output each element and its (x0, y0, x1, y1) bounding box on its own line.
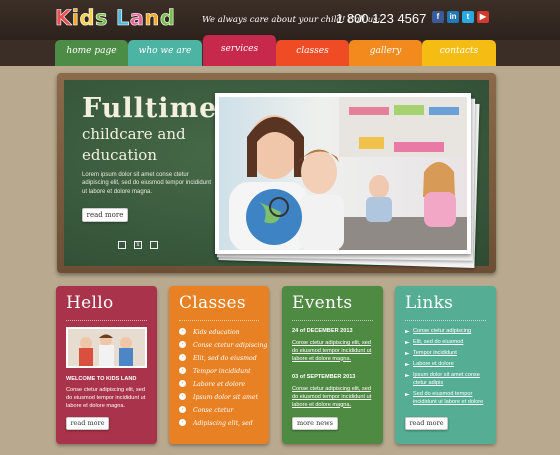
logo-letter (108, 6, 116, 30)
divider (179, 320, 259, 321)
events-title: Events (292, 293, 353, 313)
tab-who-we-are[interactable]: who we are (128, 40, 202, 66)
tab-services[interactable]: services (203, 35, 276, 66)
phone-number: 1 800 123 4567 (336, 11, 427, 26)
slider-dot-3[interactable] (150, 241, 158, 249)
links-title: Links (405, 293, 454, 313)
logo-letter: d (79, 6, 96, 31)
link-item[interactable]: Labore et dolore (413, 361, 491, 369)
chevron-right-icon: › (179, 380, 186, 387)
chevron-right-icon: › (179, 328, 186, 335)
event-text[interactable]: Conse ctetur adipiscing elit, sed do eiu… (292, 340, 377, 363)
class-item[interactable]: Kids education (193, 329, 240, 336)
hello-heading: WELCOME TO KIDS LAND (66, 376, 137, 382)
links-box: Links ► Conse ctetur adipiscing ► Elit, … (395, 286, 496, 444)
hello-title: Hello (66, 293, 114, 313)
class-item[interactable]: Conse ctetur adipiscing (193, 342, 267, 349)
classes-box: Classes › Kids education › Conse ctetur … (169, 286, 269, 444)
events-box: Events 24 of DECEMBER 2013 Conse ctetur … (282, 286, 383, 444)
event-date: 24 of DECEMBER 2013 (292, 328, 353, 334)
class-item[interactable]: Labore et dolore (193, 381, 245, 388)
arrow-right-icon: ► (405, 372, 410, 379)
more-news-button[interactable]: more news (292, 417, 338, 430)
slider-dot-1[interactable] (118, 241, 126, 249)
arrow-right-icon: ► (405, 391, 410, 398)
arrow-right-icon: ► (405, 361, 410, 368)
logo-letter: d (159, 6, 176, 31)
classes-title: Classes (179, 293, 246, 313)
chevron-right-icon: › (179, 341, 186, 348)
hero-text: Lorem ipsum dolor sit amet conse ctetur … (82, 172, 212, 195)
logo-letter: n (144, 6, 160, 31)
class-item[interactable]: Adipiscing elit, sed (193, 420, 253, 427)
chevron-right-icon: › (179, 354, 186, 361)
link-item[interactable]: Sed do eiusmod tempor incididunt ut labo… (413, 391, 491, 407)
logo-letter: K (55, 6, 72, 31)
facebook-icon[interactable]: f (432, 11, 444, 23)
hero-title: Fulltime (82, 93, 218, 124)
tab-gallery[interactable]: gallery (349, 40, 422, 66)
class-item[interactable]: Ipsum dolor sit amet (193, 394, 258, 401)
hello-read-more-button[interactable]: read more (66, 417, 109, 430)
class-item[interactable]: Conse ctetur (193, 407, 233, 414)
arrow-right-icon: ► (405, 339, 410, 346)
link-item[interactable]: Ipsum dolor sit amet conse ctetur adipis (413, 372, 491, 388)
hero-subtitle: childcare and education (82, 125, 186, 164)
logo[interactable]: Kids Land (55, 6, 176, 31)
hello-photo (66, 327, 147, 368)
hero-photo (215, 93, 471, 254)
hello-text: Conse ctetur adipiscing elit, sed do eiu… (66, 387, 146, 409)
hero-read-more-button[interactable]: read more (82, 208, 128, 222)
links-read-more-button[interactable]: read more (405, 417, 448, 430)
event-text[interactable]: Conse ctetur adipiscing elit, sed do eiu… (292, 386, 377, 409)
divider (292, 320, 373, 321)
logo-letter: L (115, 6, 130, 31)
divider (405, 320, 486, 321)
chevron-right-icon: › (179, 393, 186, 400)
class-item[interactable]: Tempor incididunt (193, 368, 251, 375)
class-item[interactable]: Elit, sed do eiusmod (193, 355, 257, 362)
tab-classes[interactable]: classes (276, 40, 349, 66)
chevron-right-icon: › (179, 367, 186, 374)
divider (66, 320, 147, 321)
arrow-right-icon: ► (405, 350, 410, 357)
tab-contacts[interactable]: contacts (422, 40, 496, 66)
classroom-illustration (229, 97, 467, 250)
link-item[interactable]: Conse ctetur adipiscing (413, 328, 491, 336)
logo-letter: s (95, 6, 109, 31)
linkedin-icon[interactable]: in (447, 11, 459, 23)
youtube-icon[interactable]: ▶ (477, 11, 489, 23)
tab-home-page[interactable]: home page (55, 40, 128, 66)
logo-letter: a (129, 6, 145, 31)
arrow-right-icon: ► (405, 328, 410, 335)
hello-box: Hello WELCOME TO KIDS LAND Conse ctetur … (56, 286, 157, 444)
chevron-right-icon: › (179, 406, 186, 413)
event-date: 03 of SEPTEMBER 2013 (292, 374, 356, 380)
slider-dot-2[interactable]: x (134, 241, 142, 249)
link-item[interactable]: Tempor incididunt (413, 350, 491, 358)
twitter-icon[interactable]: t (462, 11, 474, 23)
chevron-right-icon: › (179, 419, 186, 426)
link-item[interactable]: Elit, sed do eiusmod (413, 339, 491, 347)
